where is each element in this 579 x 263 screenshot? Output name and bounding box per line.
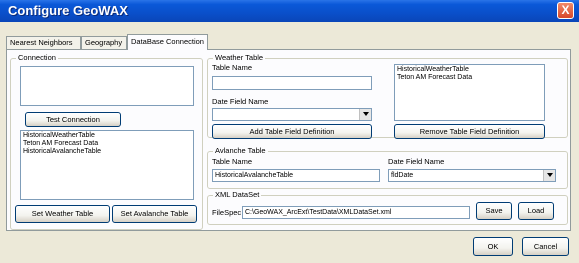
weather-table-group: Weather Table Table Name Date Field Name… — [207, 53, 568, 139]
set-avalanche-table-button[interactable]: Set Avalanche Table — [112, 205, 197, 223]
cancel-button[interactable]: Cancel — [522, 237, 569, 256]
weather-tables-list[interactable]: HistoricalWeatherTable Teton AM Forecast… — [394, 64, 545, 121]
avalanche-date-field-value: fldDate — [391, 172, 414, 179]
chevron-down-icon — [547, 173, 553, 177]
ok-button[interactable]: OK — [473, 237, 513, 256]
connection-string-field[interactable] — [20, 66, 194, 106]
chevron-down-icon — [363, 112, 369, 116]
avalanche-date-field-select[interactable]: fldDate — [388, 169, 556, 182]
remove-table-field-definition-button[interactable]: Remove Table Field Definition — [394, 124, 545, 139]
dropdown-arrow-button[interactable] — [543, 170, 555, 181]
avalanche-table-legend: Avlanche Table — [213, 146, 268, 156]
dropdown-arrow-button[interactable] — [359, 109, 371, 120]
avalanche-date-field-label: Date Field Name — [388, 157, 445, 166]
tab-geography[interactable]: Geography — [81, 36, 127, 49]
connection-group: Connection Test Connection HistoricalWea… — [10, 53, 203, 230]
add-table-field-definition-button[interactable]: Add Table Field Definition — [212, 124, 372, 139]
filespec-label: FileSpec — [212, 208, 242, 217]
filespec-input[interactable]: C:\GeoWAX_ArcExt\TestData\XMLDataSet.xml — [242, 206, 470, 219]
weather-table-legend: Weather Table — [213, 53, 266, 63]
avalanche-table-name-label: Table Name — [212, 157, 253, 166]
connection-tables-list[interactable]: HistoricalWeatherTable Teton AM Forecast… — [20, 130, 194, 200]
avalanche-table-group: Avlanche Table Table Name HistoricalAval… — [207, 146, 568, 189]
list-item[interactable]: Teton AM Forecast Data — [397, 74, 542, 82]
window-title: Configure GeoWAX — [8, 3, 128, 18]
weather-date-field-label: Date Field Name — [212, 97, 269, 106]
xml-dataset-legend: XML DataSet — [213, 190, 262, 200]
list-item[interactable]: HistoricalWeatherTable — [397, 66, 542, 74]
title-bar[interactable]: Configure GeoWAX X — [0, 0, 579, 22]
save-button[interactable]: Save — [476, 202, 512, 220]
test-connection-button[interactable]: Test Connection — [25, 112, 121, 127]
load-button[interactable]: Load — [518, 202, 554, 220]
set-weather-table-button[interactable]: Set Weather Table — [15, 205, 110, 223]
close-button[interactable]: X — [557, 2, 574, 19]
avalanche-table-name-input[interactable]: HistoricalAvalancheTable — [212, 169, 380, 182]
database-connection-panel: Connection Test Connection HistoricalWea… — [6, 49, 571, 231]
weather-table-name-label: Table Name — [212, 63, 253, 72]
list-item[interactable]: Teton AM Forecast Data — [23, 140, 191, 148]
list-item[interactable]: HistoricalWeatherTable — [23, 132, 191, 140]
list-item[interactable]: HistoricalAvalancheTable — [23, 148, 191, 156]
weather-date-field-select[interactable] — [212, 108, 372, 121]
configure-geowax-window: Configure GeoWAX X Nearest Neighbors Geo… — [0, 0, 579, 263]
connection-legend: Connection — [16, 53, 58, 63]
close-icon: X — [561, 3, 570, 17]
xml-dataset-group: XML DataSet FileSpec C:\GeoWAX_ArcExt\Te… — [207, 190, 568, 225]
weather-table-name-input[interactable] — [212, 76, 372, 90]
tab-database-connection[interactable]: DataBase Connection — [127, 34, 208, 50]
tab-nearest-neighbors[interactable]: Nearest Neighbors — [6, 36, 81, 49]
